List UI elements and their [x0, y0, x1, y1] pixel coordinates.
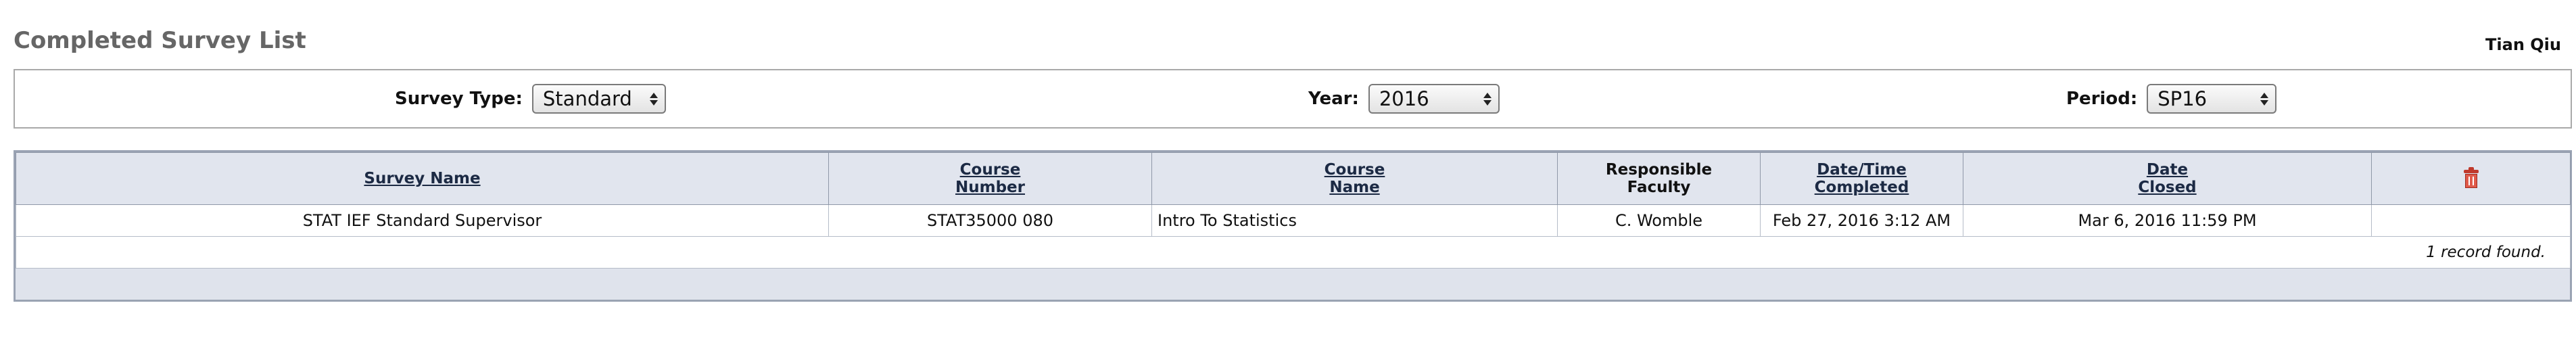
record-count-text: 1 record found.: [16, 236, 2571, 269]
year-label: Year:: [1308, 89, 1359, 109]
page-title: Completed Survey List: [14, 27, 306, 54]
survey-type-value: Standard: [542, 87, 632, 110]
column-date-closed[interactable]: Date Closed: [1963, 152, 2372, 205]
column-delete[interactable]: [2371, 152, 2571, 205]
year-select[interactable]: 2016: [1368, 84, 1500, 114]
cell-survey-name: STAT IEF Standard Supervisor: [16, 204, 829, 237]
survey-type-select[interactable]: Standard: [531, 84, 666, 114]
year-filter: Year: 2016: [1308, 84, 1500, 114]
year-value: 2016: [1379, 87, 1429, 110]
cell-closed: Mar 6, 2016 11:59 PM: [1963, 204, 2372, 237]
cell-faculty: C. Womble: [1557, 204, 1761, 237]
period-select[interactable]: SP16: [2147, 84, 2277, 114]
cell-course-number: STAT35000 080: [828, 204, 1152, 237]
cell-completed: Feb 27, 2016 3:12 AM: [1760, 204, 1963, 237]
column-survey-name[interactable]: Survey Name: [16, 152, 829, 205]
column-course-number[interactable]: Course Number: [828, 152, 1152, 205]
user-name: Tian Qiu: [2485, 35, 2561, 54]
results-table: Survey Name Course Number Course Name Resp…: [16, 152, 2571, 269]
column-course-name[interactable]: Course Name: [1151, 152, 1558, 205]
record-count-row: 1 record found.: [16, 236, 2571, 269]
select-arrows-icon: [1483, 92, 1492, 106]
cell-delete: [2371, 204, 2571, 237]
trash-icon[interactable]: [2463, 167, 2479, 189]
cell-course-name: Intro To Statistics: [1151, 204, 1558, 237]
column-date-time-completed[interactable]: Date/Time Completed: [1760, 152, 1963, 205]
select-arrows-icon: [649, 92, 658, 106]
column-responsible-faculty: Responsible Faculty: [1557, 152, 1761, 205]
select-arrows-icon: [2260, 92, 2269, 106]
filter-bar: Survey Type: Standard Year: 2016 Period:…: [14, 69, 2572, 129]
period-value: SP16: [2157, 87, 2208, 110]
period-label: Period:: [2066, 89, 2138, 109]
survey-type-filter: Survey Type: Standard: [395, 84, 666, 114]
results-table-container: Survey Name Course Number Course Name Resp…: [14, 150, 2572, 302]
period-filter: Period: SP16: [2066, 84, 2277, 114]
table-header-row: Survey Name Course Number Course Name Resp…: [16, 152, 2571, 205]
survey-type-label: Survey Type:: [395, 89, 523, 109]
table-row[interactable]: STAT IEF Standard Supervisor STAT35000 0…: [16, 204, 2571, 237]
